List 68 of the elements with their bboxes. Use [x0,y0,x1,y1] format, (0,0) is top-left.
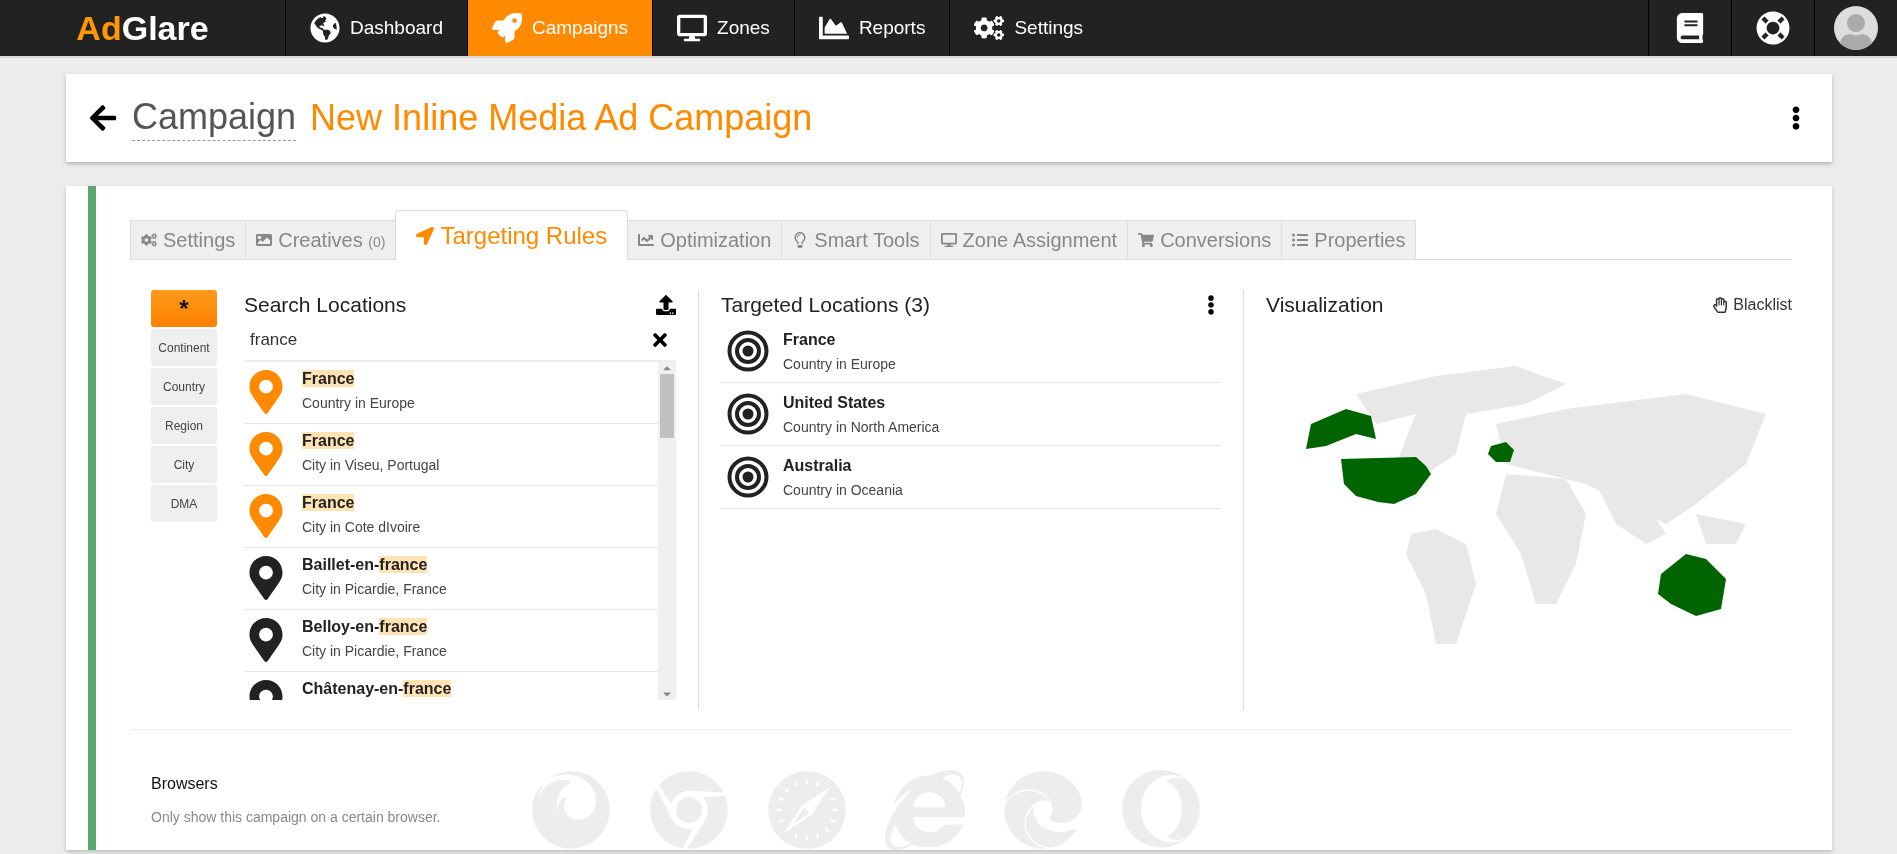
result-detail: City in Picardie, France [302,643,447,659]
result-name: France [302,370,356,388]
browsers-description: Only show this campaign on a certain browser. [151,809,442,825]
search-result[interactable]: Baillet-en-france City in Picardie, France [244,548,658,610]
avatar[interactable] [1834,6,1878,50]
search-result[interactable]: Châtenay-en-france [244,672,658,700]
book-icon[interactable] [1675,13,1705,43]
gears-icon [141,232,157,248]
location-filter[interactable]: Region [151,407,217,444]
cart-icon [1138,232,1155,248]
rocket-icon [491,13,522,43]
monitor-icon [940,232,957,248]
adglare-logo[interactable]: AdGlare [0,0,285,56]
target-icon [727,456,769,498]
targeted-title: Targeted Locations (3) [721,293,930,317]
close-icon[interactable] [650,330,670,350]
upload-icon[interactable] [656,295,676,315]
result-detail: City in Viseu, Portugal [302,457,440,473]
search-result[interactable]: France City in Viseu, Portugal [244,424,658,486]
browsers-title: Browsers [151,775,219,793]
location-filter[interactable]: Continent [151,329,217,366]
location-name: France [783,330,837,349]
location-name: United States [783,393,887,412]
visualization-title: Visualization [1266,293,1384,317]
hand-icon [1712,297,1729,313]
monitor-icon [677,13,708,43]
nav-item[interactable]: Settings [949,0,1108,56]
nav-item[interactable]: Dashboard [285,0,467,56]
search-result[interactable]: France City in Cote dIvoire [244,486,658,548]
result-detail: City in Cote dIvoire [302,519,421,535]
blacklist-link[interactable]: Blacklist [1712,296,1792,314]
result-name: Baillet-en-france [302,556,429,574]
nav-item[interactable]: Reports [793,0,950,56]
campaign-title: New Inline Media Ad Campaign [310,97,814,139]
list-icon [1292,232,1309,248]
location-filter[interactable]: Country [151,368,217,405]
location-name: Australia [783,456,853,475]
scrollbar-thumb[interactable] [660,374,674,438]
target-icon [727,330,769,372]
location-detail: Country in North America [783,418,940,435]
targeted-location[interactable]: France Country in Europe [721,320,1221,383]
search-result[interactable]: Belloy-en-france City in Picardie, France [244,610,658,672]
result-name: France [302,494,356,512]
result-name: Belloy-en-france [302,618,429,636]
gears-icon [974,13,1005,43]
result-name: Châtenay-en-france [302,680,452,698]
scrollbar[interactable] [658,362,676,700]
search-title: Search Locations [244,293,407,317]
lifebuoy-icon[interactable] [1756,11,1790,45]
location-detail: Country in Oceania [783,481,903,498]
back-arrow-icon[interactable] [88,103,118,133]
targeted-location[interactable]: United States Country in North America [721,383,1221,446]
result-name: France [302,432,356,450]
location-detail: Country in Europe [783,355,896,372]
location-filter[interactable]: * [151,290,217,327]
location-filter[interactable]: City [151,446,217,483]
image-icon [256,232,273,248]
location-filter[interactable]: DMA [151,485,217,522]
location-arrow-icon [416,226,435,245]
campaign-label: Campaign [132,95,297,141]
nav-item[interactable]: Zones [652,0,794,56]
result-detail: Country in Europe [302,395,415,411]
targeted-location[interactable]: Australia Country in Oceania [721,446,1221,509]
search-result[interactable]: France Country in Europe [244,362,658,424]
target-icon [727,393,769,435]
result-detail: City in Picardie, France [302,581,447,597]
line-chart-icon [638,232,655,248]
globe-icon [310,13,340,43]
